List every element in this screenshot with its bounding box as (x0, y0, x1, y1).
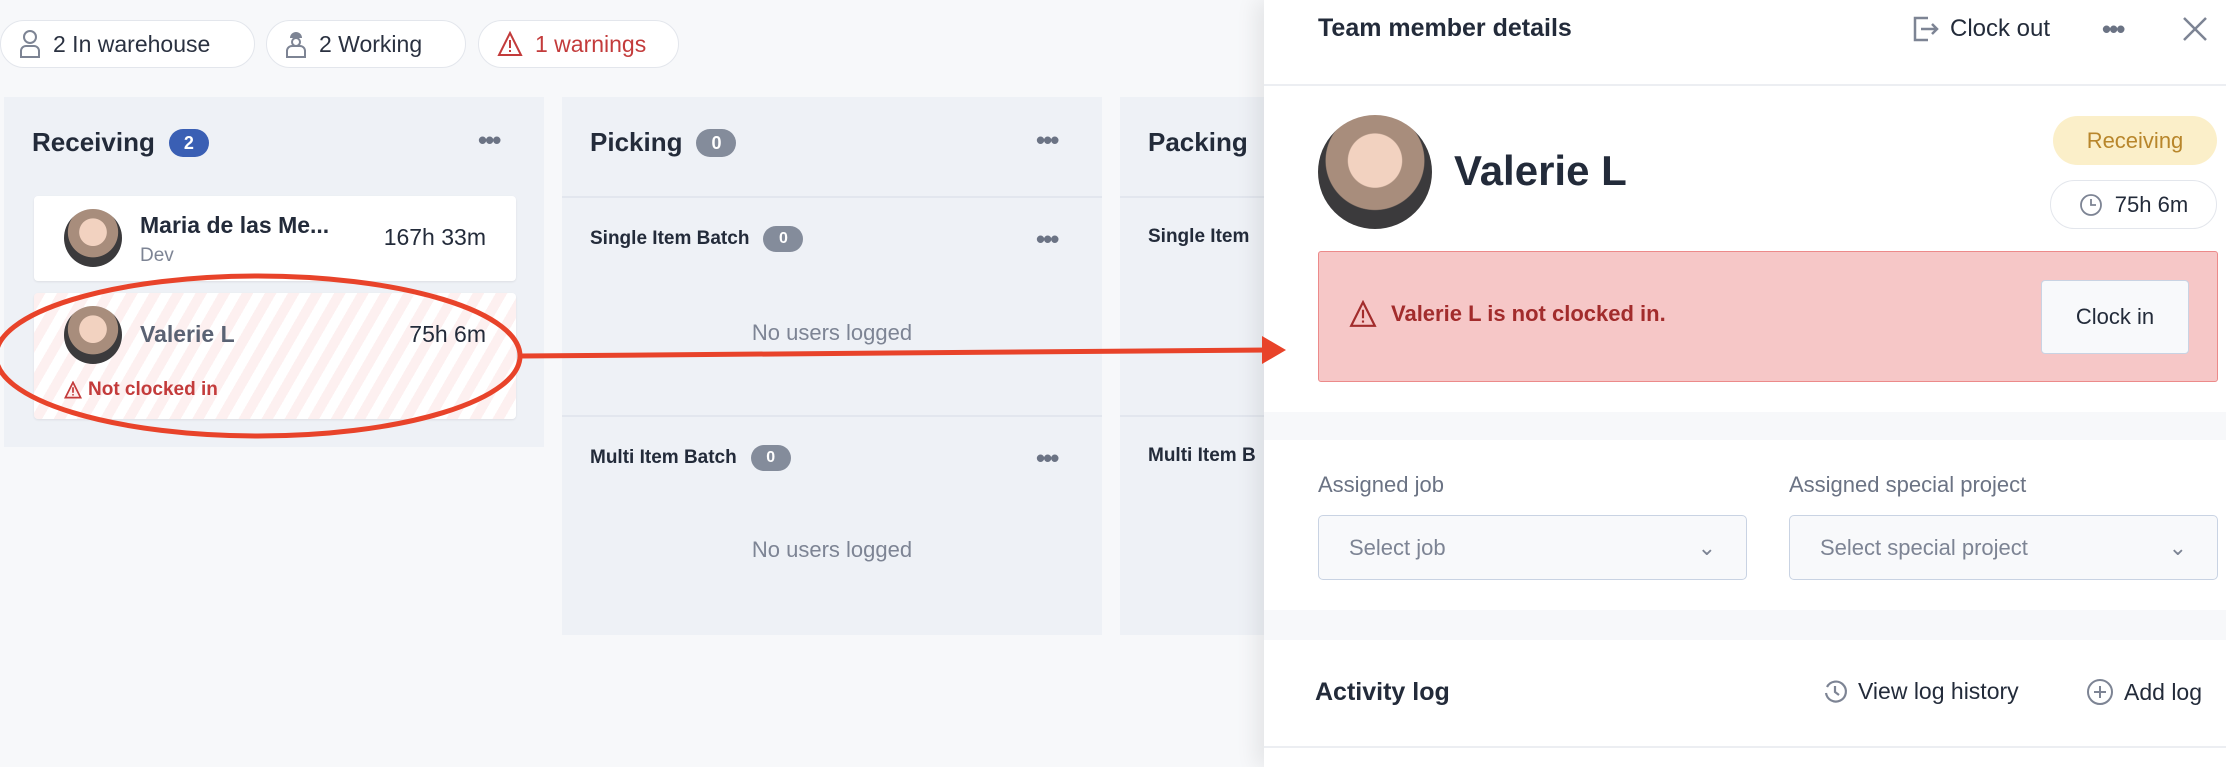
more-icon[interactable]: ••• (1036, 443, 1059, 474)
more-icon[interactable]: ••• (1036, 125, 1059, 156)
assigned-project-label: Assigned special project (1789, 472, 2027, 497)
time-chip: 75h 6m (2050, 180, 2217, 229)
view-log-history-button[interactable]: View log history (1822, 678, 2019, 705)
panel-title: Team member details (1318, 14, 1572, 42)
view-log-history-label: View log history (1858, 678, 2019, 704)
group-title: Multi Item B (1148, 445, 1256, 466)
warning-icon (64, 381, 82, 399)
history-icon (1824, 679, 1847, 703)
group-title: Single Item Batch (590, 228, 750, 249)
select-placeholder: Select special project (1820, 534, 2028, 560)
group-title: Multi Item Batch (590, 447, 737, 468)
not-clocked-in-alert: Valerie L is not clocked in. Clock in (1318, 251, 2218, 382)
column-receiving: Receiving 2 ••• Maria de las Me... Dev 16… (4, 97, 544, 447)
status-badge: Receiving (2053, 116, 2217, 165)
select-placeholder: Select job (1349, 534, 1446, 560)
warnings-chip[interactable]: 1 warnings (478, 20, 679, 68)
clock-out-icon (1913, 16, 1939, 42)
plus-circle-icon (2087, 679, 2113, 705)
more-icon[interactable]: ••• (2102, 14, 2125, 45)
not-clocked-in-label: Not clocked in (88, 379, 218, 400)
group-single-item-batch: Single Item Batch 0 ••• No users logged (562, 196, 1102, 416)
member-name: Valerie L (140, 321, 235, 347)
column-title: Picking (590, 127, 683, 157)
warnings-label: 1 warnings (535, 30, 647, 57)
column-title: Packing (1148, 127, 1248, 157)
in-warehouse-label: 2 In warehouse (53, 30, 211, 57)
empty-message: No users logged (751, 320, 913, 345)
add-log-button[interactable]: Add log (2086, 678, 2202, 706)
team-member-details-panel: Team member details Clock out ••• Valeri… (1264, 0, 2226, 767)
group-title: Single Item (1148, 226, 1250, 247)
column-title: Receiving (32, 127, 155, 157)
member-name: Maria de las Me... (140, 212, 330, 238)
assigned-job-select[interactable]: Select job ⌄ (1318, 515, 1747, 580)
activity-log-title: Activity log (1315, 678, 1450, 706)
member-card[interactable]: Maria de las Me... Dev 167h 33m (34, 196, 516, 281)
add-log-label: Add log (2124, 678, 2203, 705)
working-label: 2 Working (319, 30, 423, 57)
alert-message: Valerie L is not clocked in. (1391, 301, 1666, 326)
clock-in-button[interactable]: Clock in (2041, 280, 2189, 354)
group-multi-item-batch: Multi Item Batch 0 ••• No users logged (562, 415, 1102, 635)
avatar (1318, 115, 1432, 229)
chevron-down-icon: ⌄ (2168, 534, 2187, 560)
count-badge: 2 (168, 128, 209, 157)
time-value: 75h 6m (2114, 191, 2189, 217)
assigned-project-select[interactable]: Select special project ⌄ (1789, 515, 2218, 580)
avatar (64, 209, 122, 267)
clock-out-label: Clock out (1950, 15, 2051, 42)
assigned-job-label: Assigned job (1318, 472, 1444, 497)
more-icon[interactable]: ••• (1036, 224, 1059, 255)
member-time: 75h 6m (409, 321, 486, 347)
close-icon[interactable] (2182, 16, 2208, 42)
more-icon[interactable]: ••• (478, 125, 501, 156)
member-time: 167h 33m (383, 224, 486, 250)
count-badge: 0 (763, 226, 804, 252)
working-chip[interactable]: 2 Working (266, 20, 466, 68)
worker-icon (286, 32, 306, 58)
person-icon (20, 30, 40, 58)
warning-icon (497, 31, 523, 56)
avatar (64, 306, 122, 364)
member-name: Valerie L (1454, 147, 1627, 194)
in-warehouse-chip[interactable]: 2 In warehouse (0, 20, 255, 68)
chevron-down-icon: ⌄ (1697, 534, 1716, 560)
column-picking: Picking 0 ••• Single Item Batch 0 ••• No u… (562, 97, 1102, 635)
clock-out-button[interactable]: Clock out (1910, 14, 2050, 44)
warning-icon (1349, 300, 1377, 327)
empty-message: No users logged (751, 537, 913, 562)
count-badge: 0 (750, 445, 791, 471)
member-card-warning[interactable]: Valerie L 75h 6m Not clocked in (34, 293, 516, 419)
clock-icon (2079, 193, 2102, 216)
count-badge: 0 (696, 128, 737, 157)
member-role: Dev (140, 245, 174, 266)
